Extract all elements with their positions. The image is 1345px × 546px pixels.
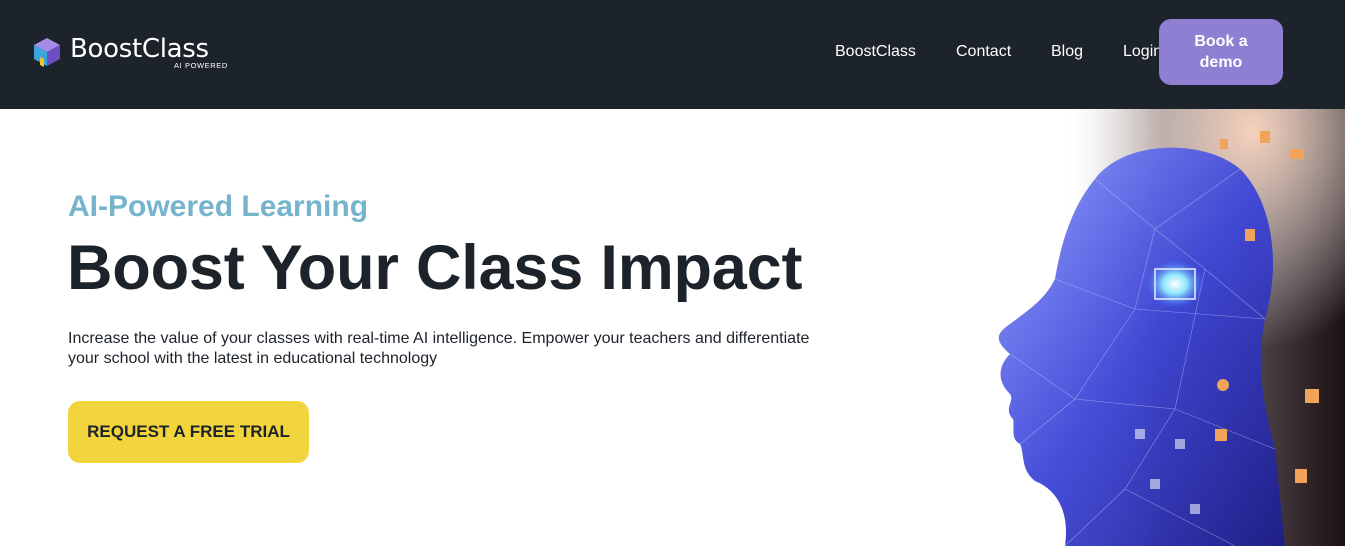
nav-link-boostclass[interactable]: BoostClass: [835, 43, 916, 61]
logo-name: BoostClass: [70, 34, 209, 64]
cube-logo-icon: [34, 38, 60, 67]
nav-link-login[interactable]: Login: [1123, 43, 1162, 61]
nav-link-blog[interactable]: Blog: [1051, 43, 1083, 61]
book-demo-button[interactable]: Book a demo: [1159, 19, 1283, 85]
nav-link-contact[interactable]: Contact: [956, 43, 1011, 61]
ai-head-illustration: [975, 109, 1345, 546]
hero-description: Increase the value of your classes with …: [68, 330, 810, 367]
hero-title: Boost Your Class Impact: [67, 233, 803, 303]
hero-eyebrow: AI-Powered Learning: [68, 190, 369, 223]
logo-tagline: AI POWERED: [174, 61, 228, 70]
top-navbar: BoostClass AI POWERED BoostClass Contact…: [0, 0, 1345, 109]
request-free-trial-button[interactable]: REQUEST A FREE TRIAL: [68, 401, 309, 463]
logo[interactable]: BoostClass AI POWERED: [30, 30, 240, 74]
